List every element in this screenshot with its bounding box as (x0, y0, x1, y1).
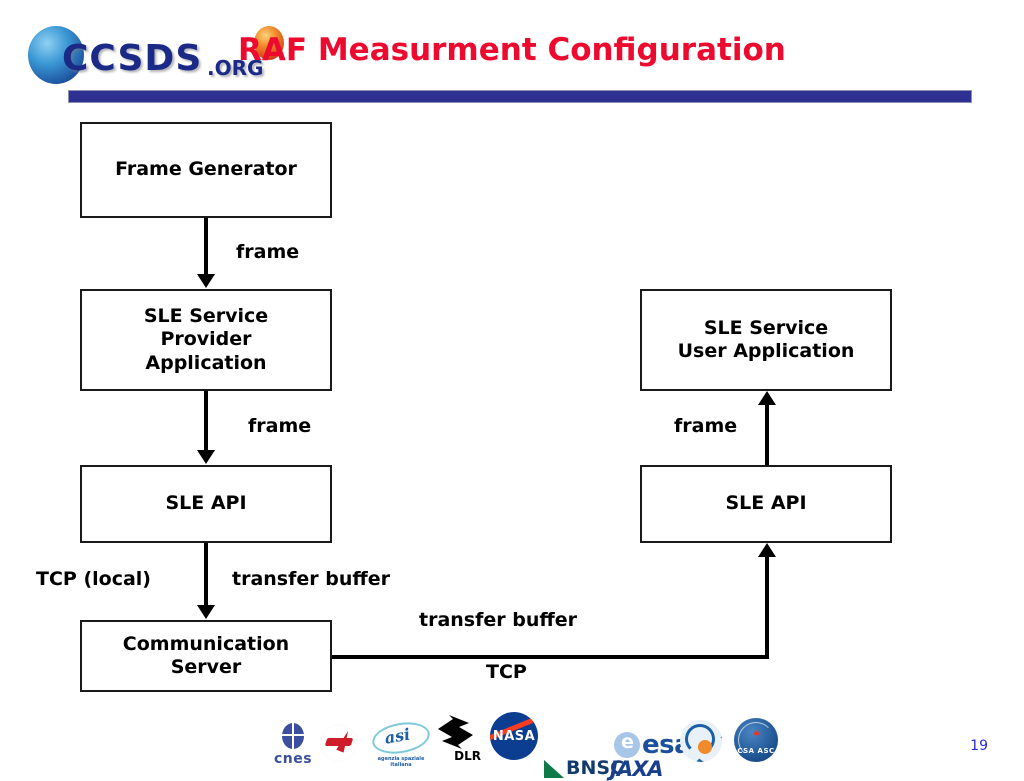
node-label: SLE API (165, 492, 247, 515)
node-sle-service-provider-application: SLE Service Provider Application (80, 289, 332, 391)
arrowhead-up-sle-api-user (758, 543, 776, 557)
raf-configuration-diagram: Frame Generator SLE Service Provider Appli… (0, 0, 1024, 768)
page-number: 19 (970, 738, 988, 754)
asi-oval-icon: asi (369, 717, 433, 758)
edge-label-tcp-local: TCP (local) (36, 568, 151, 590)
cnes-label: cnes (274, 751, 313, 767)
edge-label-tcp: TCP (486, 661, 527, 683)
cnes-logo-icon: cnes (274, 708, 312, 766)
jaxa-logo-icon: JAXA (610, 722, 664, 781)
csa-asc-logo-icon: CSA ASC (734, 704, 778, 762)
connector-communication-server-to-user-horizontal (332, 655, 769, 659)
agency-logo-strip: cnes asi agenzia spaziale italiana DLR NA… (272, 700, 778, 780)
node-communication-server: Communication Server (80, 620, 332, 692)
arrowhead-down-sle-api-provider (197, 450, 215, 464)
node-frame-generator: Frame Generator (80, 122, 332, 218)
node-sle-api-user: SLE API (640, 465, 892, 543)
bnsc-wedge-icon (544, 760, 564, 778)
connector-frame-generator-to-provider-app (204, 218, 208, 275)
cnes-globe-icon (282, 723, 305, 749)
edge-label-transfer-buffer-remote: transfer buffer (419, 609, 578, 631)
edge-label-provider-app-to-sle-api: frame (248, 415, 312, 437)
dlr-star-icon (435, 715, 477, 749)
connector-communication-server-to-user-vertical (765, 556, 769, 657)
nasa-logo-icon: NASA (490, 702, 538, 760)
node-label: Communication Server (122, 632, 290, 678)
asi-logo-icon: asi agenzia spaziale italiana (369, 710, 433, 768)
node-label: SLE Service Provider Application (143, 305, 269, 374)
node-sle-service-user-application: SLE Service User Application (640, 289, 892, 391)
csa-maple-icon: CSA ASC (734, 718, 778, 762)
edge-label-frame-generator-to-provider-app: frame (236, 241, 300, 263)
jaxa-label: JAXA (610, 757, 664, 781)
roscosmos-logo-icon (680, 704, 722, 762)
arrowhead-down-communication-server (197, 605, 215, 619)
nasa-meatball-icon: NASA (490, 712, 538, 760)
roscosmos-orbit-icon (680, 720, 722, 762)
arrowhead-down-provider-app (197, 274, 215, 288)
connector-sle-api-user-to-user-app (765, 405, 769, 465)
connector-provider-app-to-sle-api (204, 391, 208, 451)
node-label: SLE Service User Application (677, 316, 855, 362)
node-label: Frame Generator (115, 158, 297, 181)
dlr-logo-icon: DLR (435, 704, 481, 762)
edge-label-sle-api-user-to-user-app: frame (674, 415, 738, 437)
connector-sle-api-to-communication-server (204, 543, 208, 606)
cnsa-arrow-icon (320, 724, 358, 762)
arrowhead-up-sle-service-user-app (758, 391, 776, 405)
nasa-label: NASA (492, 728, 536, 744)
edge-label-transfer-buffer-local: transfer buffer (232, 568, 391, 590)
asi-label: agenzia spaziale italiana (377, 755, 425, 768)
dlr-label: DLR (454, 749, 481, 763)
cnsa-logo-icon (320, 704, 358, 762)
node-label: SLE API (725, 492, 807, 515)
node-sle-api-provider: SLE API (80, 465, 332, 543)
